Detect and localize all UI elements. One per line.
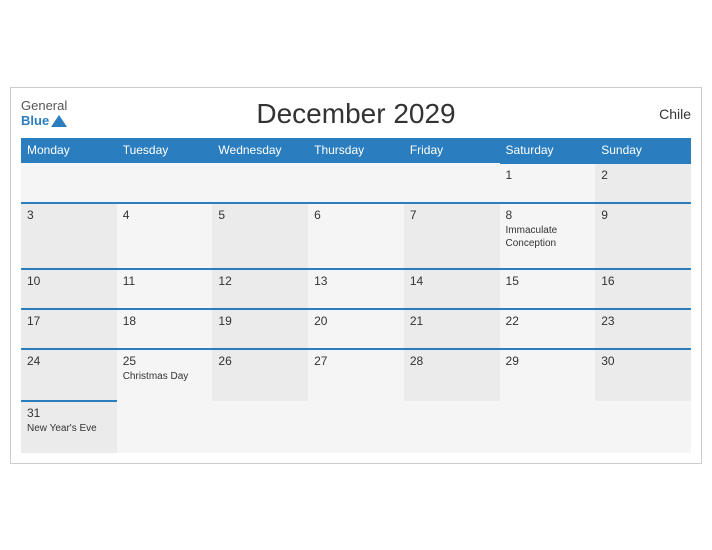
calendar-cell: 10 <box>21 269 117 309</box>
day-number: 13 <box>314 274 398 288</box>
day-number: 1 <box>506 168 590 182</box>
header-thursday: Thursday <box>308 138 404 163</box>
calendar-cell: 28 <box>404 349 500 401</box>
calendar-cell: 3 <box>21 203 117 269</box>
calendar-cell: 4 <box>117 203 213 269</box>
day-number: 24 <box>27 354 111 368</box>
calendar-cell: 17 <box>21 309 117 349</box>
header-wednesday: Wednesday <box>212 138 308 163</box>
day-number: 18 <box>123 314 207 328</box>
day-number: 28 <box>410 354 494 368</box>
calendar-cell: 21 <box>404 309 500 349</box>
calendar-cell: 29 <box>500 349 596 401</box>
day-number: 6 <box>314 208 398 222</box>
day-number: 3 <box>27 208 111 222</box>
day-number: 21 <box>410 314 494 328</box>
event-label: Christmas Day <box>123 370 207 383</box>
calendar-cell: 9 <box>595 203 691 269</box>
calendar-cell: 15 <box>500 269 596 309</box>
week-row-3: 17 18 19 20 21 22 23 <box>21 309 691 349</box>
header-sunday: Sunday <box>595 138 691 163</box>
logo: General Blue <box>21 99 67 128</box>
calendar-cell <box>404 401 500 453</box>
calendar-cell: 20 <box>308 309 404 349</box>
calendar-cell <box>21 163 117 203</box>
day-number: 22 <box>506 314 590 328</box>
day-number: 20 <box>314 314 398 328</box>
day-number: 15 <box>506 274 590 288</box>
calendar-cell: 8 Immaculate Conception <box>500 203 596 269</box>
header-tuesday: Tuesday <box>117 138 213 163</box>
header-monday: Monday <box>21 138 117 163</box>
day-number: 25 <box>123 354 207 368</box>
day-number: 16 <box>601 274 685 288</box>
calendar-cell: 27 <box>308 349 404 401</box>
country-label: Chile <box>659 106 691 122</box>
day-number: 26 <box>218 354 302 368</box>
calendar-cell <box>212 401 308 453</box>
day-number: 29 <box>506 354 590 368</box>
calendar-cell: 30 <box>595 349 691 401</box>
day-number: 14 <box>410 274 494 288</box>
week-row-2: 10 11 12 13 14 15 16 <box>21 269 691 309</box>
day-number: 9 <box>601 208 685 222</box>
calendar-cell: 19 <box>212 309 308 349</box>
calendar-cell <box>595 401 691 453</box>
calendar-table: Monday Tuesday Wednesday Thursday Friday… <box>21 138 691 453</box>
logo-triangle-icon <box>51 115 67 127</box>
calendar-cell: 2 <box>595 163 691 203</box>
day-number: 23 <box>601 314 685 328</box>
calendar-container: General Blue December 2029 Chile Monday … <box>10 87 702 464</box>
calendar-cell: 11 <box>117 269 213 309</box>
day-number: 19 <box>218 314 302 328</box>
calendar-cell: 16 <box>595 269 691 309</box>
calendar-cell: 14 <box>404 269 500 309</box>
calendar-cell <box>117 401 213 453</box>
week-row-1: 345678 Immaculate Conception 9 <box>21 203 691 269</box>
header-saturday: Saturday <box>500 138 596 163</box>
calendar-cell <box>212 163 308 203</box>
calendar-header: General Blue December 2029 Chile <box>21 98 691 130</box>
day-number: 30 <box>601 354 685 368</box>
week-row-4: 24 25 Christmas Day 26 27 28 29 30 <box>21 349 691 401</box>
calendar-cell <box>117 163 213 203</box>
day-number: 31 <box>27 406 111 420</box>
calendar-cell: 23 <box>595 309 691 349</box>
day-number: 10 <box>27 274 111 288</box>
day-number: 8 <box>506 208 590 222</box>
week-row-5: 31 New Year's Eve <box>21 401 691 453</box>
calendar-cell: 18 <box>117 309 213 349</box>
day-number: 11 <box>123 274 207 288</box>
calendar-cell <box>308 163 404 203</box>
calendar-cell <box>404 163 500 203</box>
calendar-cell: 26 <box>212 349 308 401</box>
day-number: 12 <box>218 274 302 288</box>
weekday-header-row: Monday Tuesday Wednesday Thursday Friday… <box>21 138 691 163</box>
calendar-cell <box>308 401 404 453</box>
day-number: 17 <box>27 314 111 328</box>
calendar-cell: 25 Christmas Day <box>117 349 213 401</box>
header-friday: Friday <box>404 138 500 163</box>
day-number: 2 <box>601 168 685 182</box>
day-number: 7 <box>410 208 494 222</box>
logo-general-text: General <box>21 99 67 113</box>
calendar-cell: 13 <box>308 269 404 309</box>
event-label: Immaculate Conception <box>506 224 590 250</box>
calendar-cell: 1 <box>500 163 596 203</box>
event-label: New Year's Eve <box>27 422 111 435</box>
day-number: 4 <box>123 208 207 222</box>
calendar-cell <box>500 401 596 453</box>
calendar-cell: 6 <box>308 203 404 269</box>
calendar-title: December 2029 <box>256 98 455 130</box>
calendar-cell: 7 <box>404 203 500 269</box>
calendar-cell: 12 <box>212 269 308 309</box>
week-row-0: 12 <box>21 163 691 203</box>
calendar-cell: 31 New Year's Eve <box>21 401 117 453</box>
calendar-cell: 24 <box>21 349 117 401</box>
day-number: 27 <box>314 354 398 368</box>
day-number: 5 <box>218 208 302 222</box>
calendar-cell: 5 <box>212 203 308 269</box>
calendar-cell: 22 <box>500 309 596 349</box>
logo-blue-text: Blue <box>21 114 49 128</box>
